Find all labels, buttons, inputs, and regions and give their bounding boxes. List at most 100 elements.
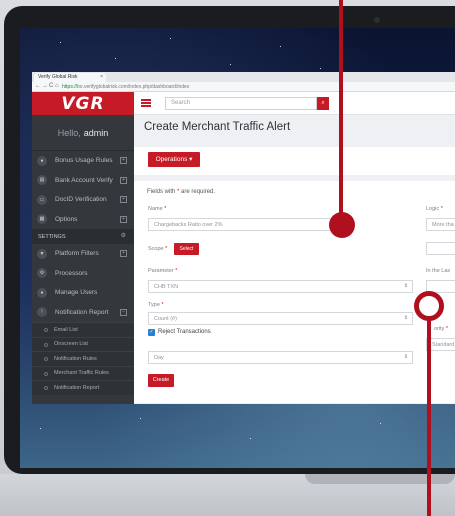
select-caret-icon: ⇕ [403,315,408,321]
webcam-icon [374,17,380,23]
name-label: Name * [148,206,166,212]
star [320,68,321,69]
expand-icon[interactable]: + [120,176,127,184]
name-label-text: Name [148,206,163,212]
expand-icon[interactable]: + [120,196,127,203]
brand-header[interactable]: VGR [32,92,134,115]
create-button[interactable]: Create [148,374,174,387]
sidebar-item-bank-account-verify[interactable]: ▤ Bank Account Verify + [32,171,134,191]
parameter-select[interactable]: CHB TXN ⇕ [148,280,413,293]
scope-label: Scope * [148,246,167,252]
processors-icon: ⚙ [37,268,47,279]
required-note-prefix: Fields with [147,189,176,195]
parameter-value: CHB TXN [154,284,179,290]
required-star: * [177,189,180,195]
sidebar-subitem-label: Email List [54,326,78,333]
sidebar-item-docid-verification[interactable]: ▭ DocID Verification + [32,190,134,210]
required-fields-note: Fields with * are required. [147,189,215,195]
alert-form: Fields with * are required. Name * Charg… [134,181,455,403]
settings-section-header: SETTINGS ⚙ [32,229,134,244]
sidebar-item-manage-users[interactable]: ● Manage Users [32,283,134,303]
expand-icon[interactable]: + [120,250,127,257]
url-path: bo.verifyglobalrisk.com/index.php/dashbo… [77,84,190,90]
settings-gear-icon[interactable]: ⚙ [121,232,126,239]
sidebar-item-bonus-usage-rules[interactable]: ● Bonus Usage Rules + [32,151,134,171]
required-star: * [440,206,443,212]
priority-label-text: ority [434,326,445,332]
url-protocol: https:// [62,84,78,90]
sidebar-subitem-onscreen-list[interactable]: Onscreen List [32,336,134,351]
select-caret-icon: ⇕ [403,354,408,360]
sidebar-subitem-merchant-traffic-rules[interactable]: Merchant Traffic Rules [32,365,134,380]
sidebar-subitem-notification-rules[interactable]: Notification Rules [32,351,134,366]
parameter-label: Parameter * [148,268,177,274]
laptop-notch [305,474,455,484]
required-star: * [445,326,449,332]
type-select[interactable]: Count (#) ⇕ [148,312,413,325]
operations-dropdown-button[interactable]: Operations ▾ [148,152,200,167]
greeting-text: Hello, [57,127,81,138]
options-icon: ▦ [37,214,47,225]
tab-title: Verify Global Risk [38,74,78,80]
sidebar-item-options[interactable]: ▦ Options + [32,210,134,230]
expand-icon[interactable]: + [120,157,127,164]
required-star: * [175,268,178,274]
collapse-icon[interactable]: − [120,308,127,316]
reject-transactions-checkbox[interactable]: ✓ [148,329,155,336]
parameter-label-text: Parameter [148,268,174,274]
expand-icon[interactable]: + [120,215,127,223]
star [40,428,41,429]
required-star: * [161,302,164,308]
sidebar-item-label: Processors [55,269,88,277]
search-button[interactable]: ⌕ [317,97,329,110]
vgr-logo: VGR [61,93,105,114]
sidebar-subitem-notification-report[interactable]: Notification Report [32,380,134,395]
sidebar-subitem-label: Onscreen List [54,341,88,348]
hamburger-menu-icon[interactable] [141,99,151,107]
logic-label: Logic * [426,206,443,212]
period-value: Day [154,355,164,361]
sidebar-item-notification-report[interactable]: ! Notification Report − [32,303,134,323]
callout-marker-filled [329,212,355,238]
sidebar-subitem-email-list[interactable]: Email List [32,322,134,337]
main-content: Search ⌕ Create Merchant Traffic Alert O… [134,92,455,404]
notification-icon: ! [37,307,47,318]
sidebar-item-platform-filters[interactable]: ▼ Platform Filters + [32,244,134,264]
type-value: Count (#) [154,316,177,322]
browser-tab[interactable]: Verify Global Risk × [34,73,106,82]
logic-select[interactable]: More tha [426,218,455,231]
logic-label-text: Logic [426,206,440,212]
bullet-icon [44,342,48,347]
select-caret-icon: ⇕ [403,283,408,289]
sidebar-item-label: Manage Users [55,289,98,297]
period-select[interactable]: Day ⇕ [148,351,413,364]
sidebar-item-label: Bank Account Verify [55,176,113,184]
search-input[interactable]: Search [165,97,317,110]
required-note-suffix: are required. [181,189,216,195]
required-star: * [165,246,168,252]
name-field[interactable]: Chargebacks Ratio over 2% [148,218,338,231]
home-icon[interactable]: ⌂ [55,83,59,89]
sidebar: VGR Hello, admin ● Bonus Usage Rules + ▤… [32,92,134,404]
tab-close-icon[interactable]: × [100,74,103,80]
url-text[interactable]: https://bo.verifyglobalrisk.com/index.ph… [62,84,189,90]
users-icon: ● [37,287,47,298]
forward-icon[interactable]: → [42,83,48,89]
back-icon[interactable]: ← [35,83,41,89]
sidebar-item-processors[interactable]: ⚙ Processors [32,264,134,284]
top-bar: Search ⌕ [134,92,455,115]
settings-label: SETTINGS [38,233,66,240]
star [380,423,381,424]
sidebar-item-label: DocID Verification [55,196,107,204]
threshold-field[interactable] [426,242,455,255]
scope-select-button[interactable]: Select [174,243,199,255]
scope-label-text: Scope [148,246,164,252]
bonus-icon: ● [37,155,47,166]
bullet-icon [44,357,48,361]
page-title: Create Merchant Traffic Alert [144,121,291,133]
sidebar-item-label: Notification Report [55,308,109,316]
operations-bar: Operations ▾ [134,147,455,175]
reload-icon[interactable]: C [49,83,53,89]
browser-window: Verify Global Risk × ← → C ⌂ https://bo.… [32,72,455,404]
address-bar[interactable]: ← → C ⌂ https://bo.verifyglobalrisk.com/… [32,82,455,92]
